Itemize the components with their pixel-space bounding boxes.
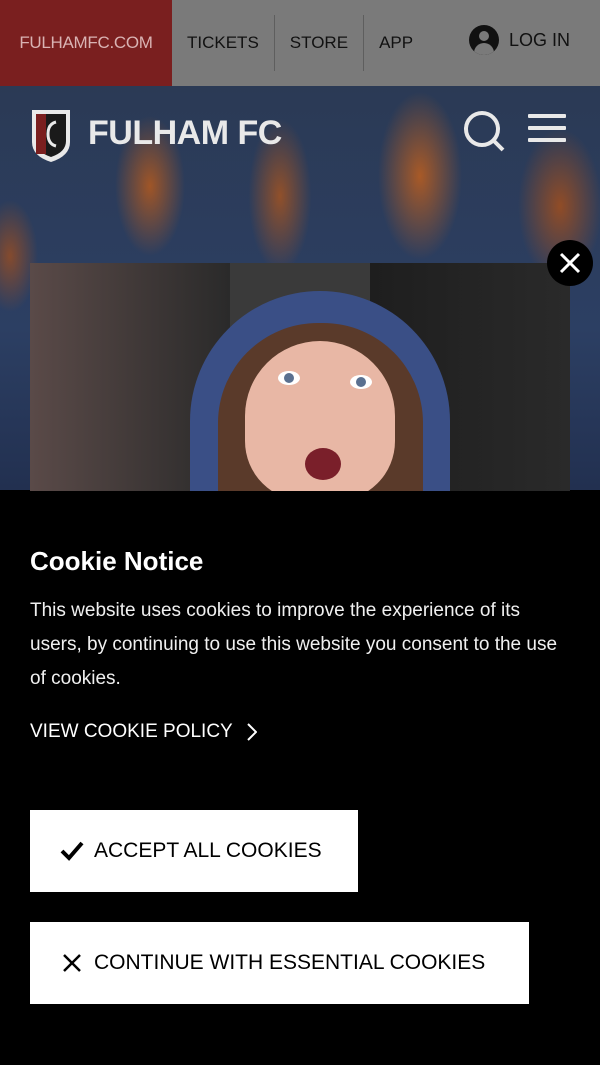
close-modal-button[interactable] bbox=[547, 240, 593, 286]
cookie-notice-body: This website uses cookies to improve the… bbox=[30, 600, 558, 689]
fulhamfc-home-link[interactable]: FULHAMFC.COM bbox=[0, 0, 172, 86]
store-link[interactable]: STORE bbox=[275, 0, 363, 86]
menu-icon[interactable] bbox=[528, 114, 566, 146]
site-header: FULHAM FC bbox=[0, 86, 600, 176]
x-icon bbox=[63, 954, 81, 972]
search-icon[interactable] bbox=[463, 110, 505, 152]
essential-cookies-button[interactable]: CONTINUE WITH ESSENTIAL COOKIES bbox=[30, 922, 529, 1004]
checkmark-icon bbox=[60, 841, 84, 861]
login-button[interactable]: LOG IN bbox=[468, 0, 570, 80]
user-icon bbox=[468, 25, 499, 55]
close-icon bbox=[559, 252, 581, 274]
accept-all-cookies-button[interactable]: ACCEPT ALL COOKIES bbox=[30, 810, 358, 892]
crest-logo[interactable] bbox=[30, 108, 72, 164]
view-cookie-policy-link[interactable]: VIEW COOKIE POLICY bbox=[30, 721, 257, 743]
tickets-link[interactable]: TICKETS bbox=[172, 0, 274, 86]
club-name: FULHAM FC bbox=[88, 114, 282, 152]
cookie-notice-title: Cookie Notice bbox=[30, 546, 204, 576]
accept-button-label: ACCEPT ALL COOKIES bbox=[94, 839, 322, 862]
essential-button-label: CONTINUE WITH ESSENTIAL COOKIES bbox=[94, 951, 486, 974]
cookie-modal-image bbox=[30, 263, 570, 491]
top-utility-bar: FULHAMFC.COM TICKETS STORE APP LOG IN bbox=[0, 0, 600, 86]
app-link[interactable]: APP bbox=[364, 0, 428, 86]
cookie-notice-panel: Cookie Notice This website uses cookies … bbox=[0, 491, 600, 1065]
policy-link-label: VIEW COOKIE POLICY bbox=[30, 721, 233, 742]
chevron-right-icon bbox=[247, 723, 257, 741]
login-label: LOG IN bbox=[508, 29, 570, 50]
